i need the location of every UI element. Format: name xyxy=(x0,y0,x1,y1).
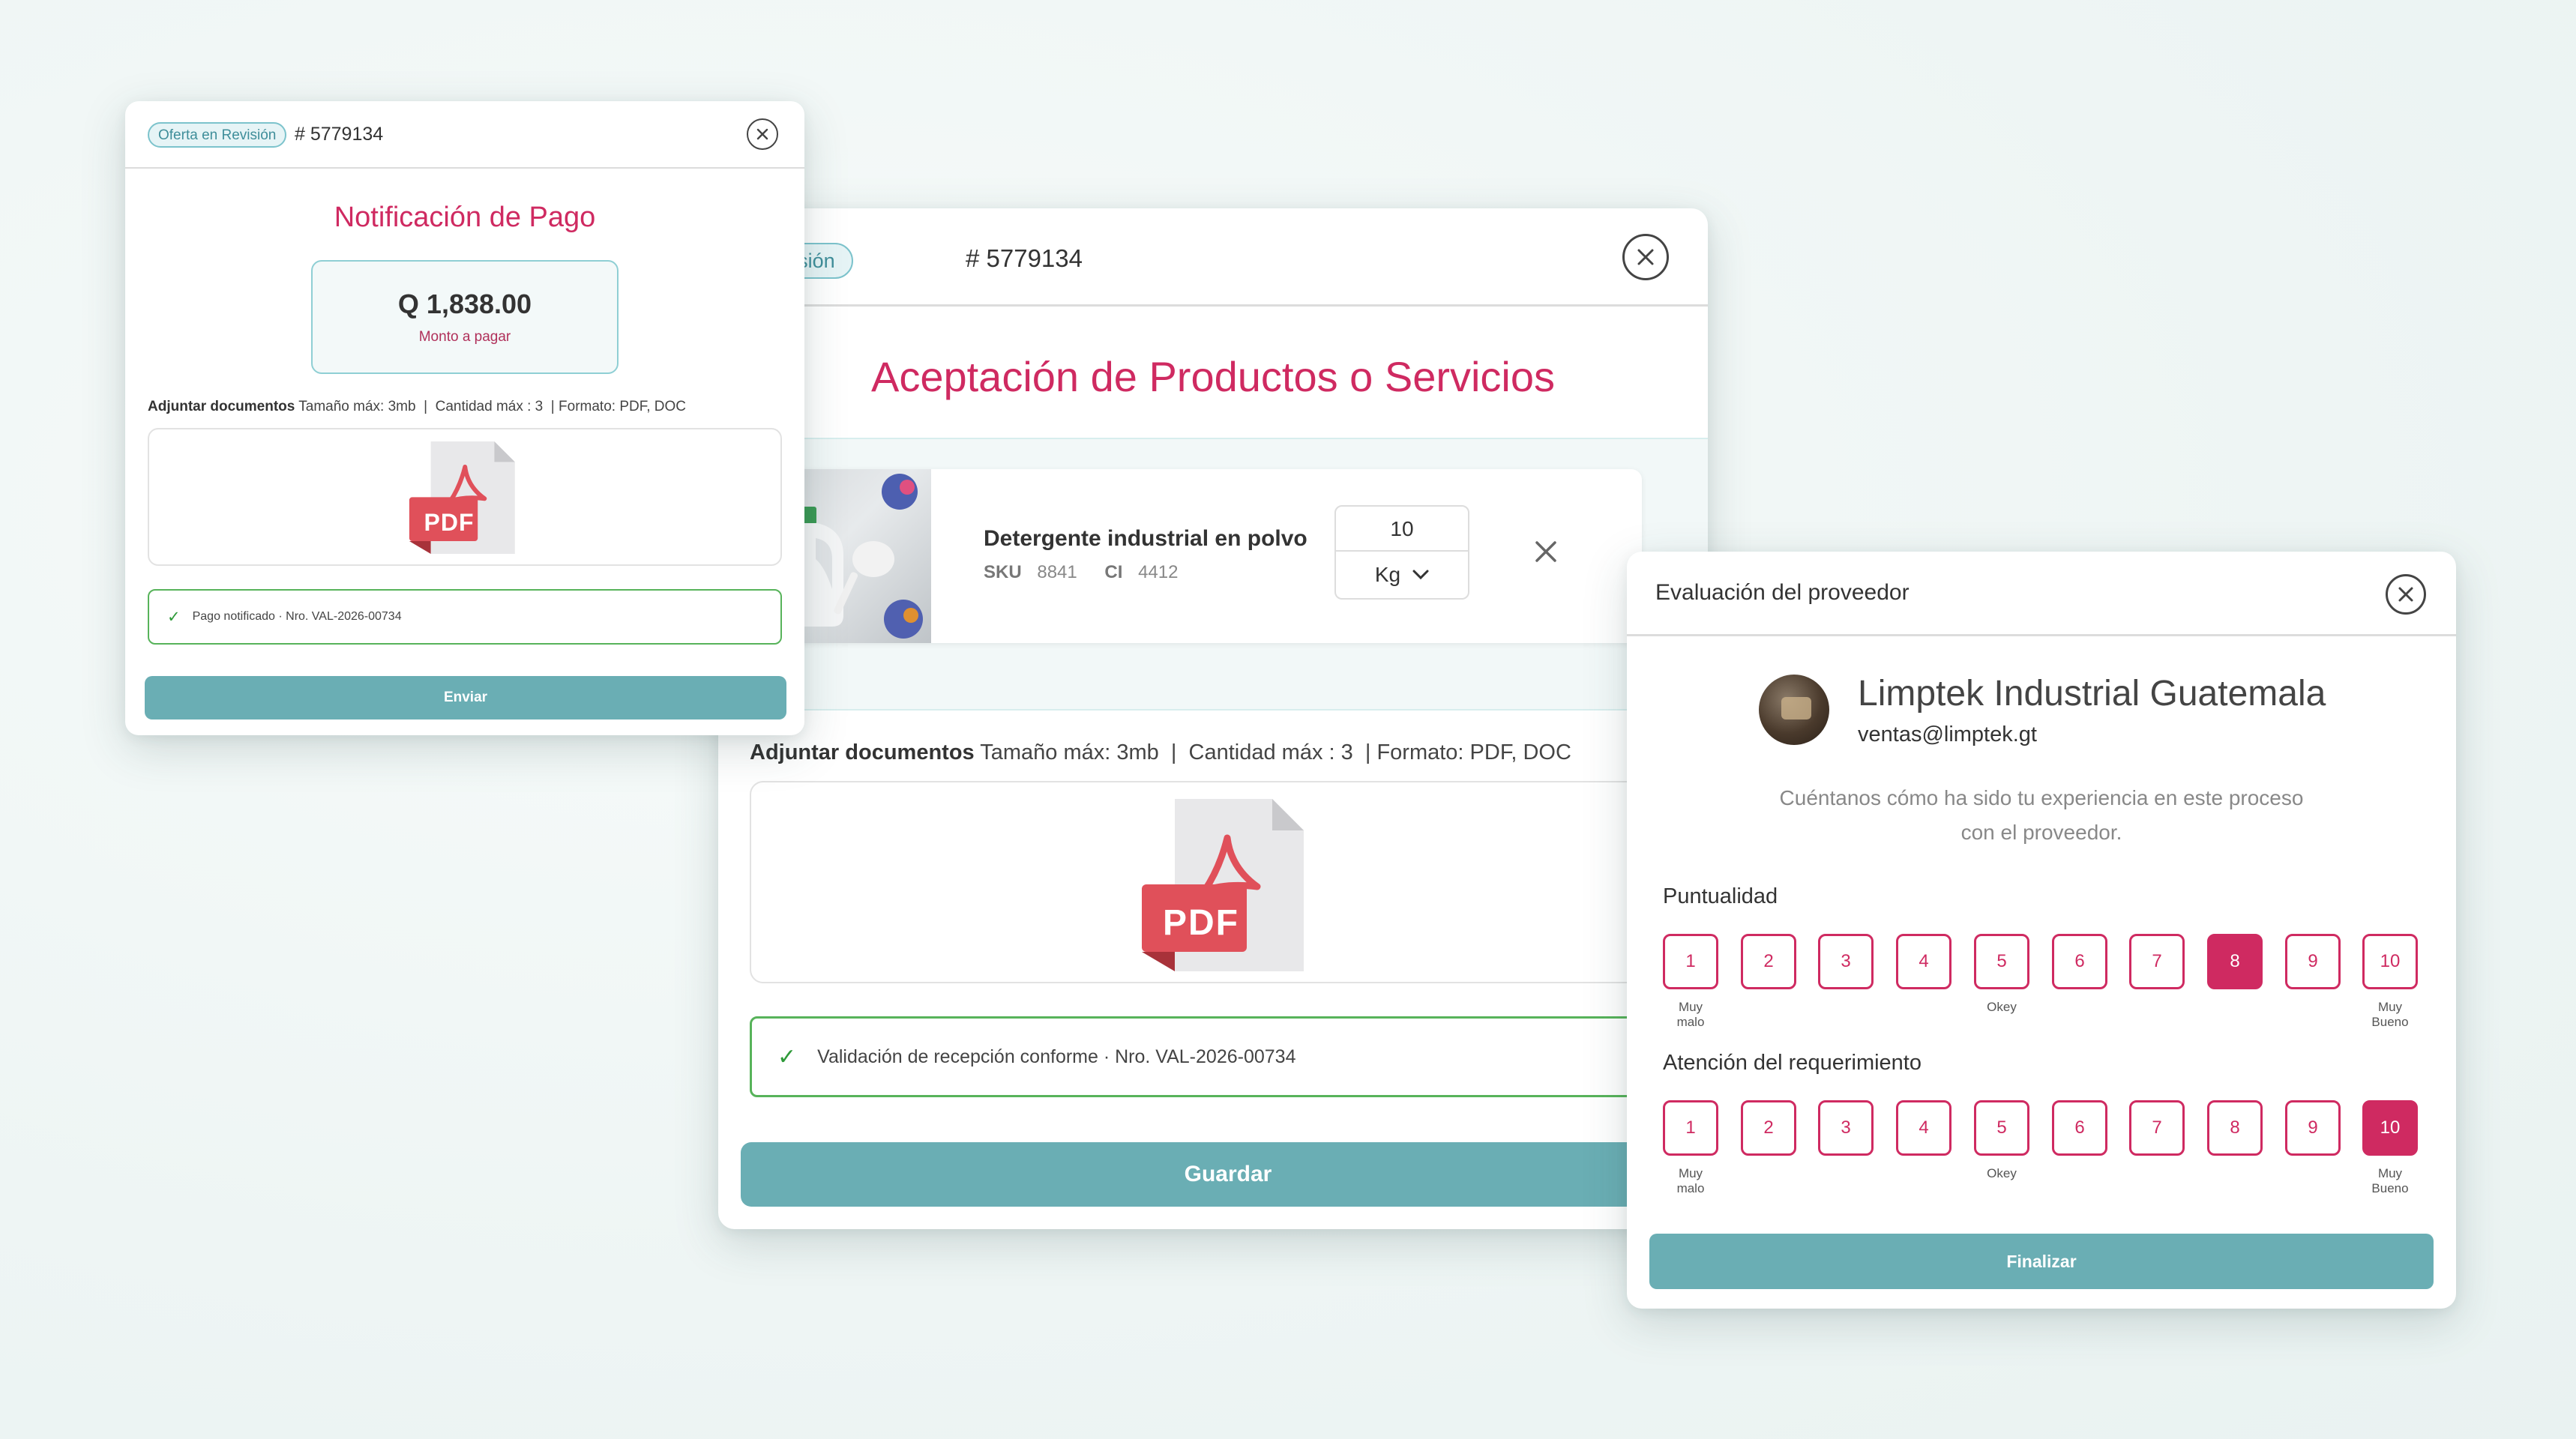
rating-caption-high: Muy Bueno xyxy=(2371,1000,2409,1030)
rating-option-10[interactable]: 10 xyxy=(2362,1100,2418,1156)
attach-title: Adjuntar documentos xyxy=(148,399,295,414)
page-title: Aceptación de Productos o Servicios xyxy=(870,353,1556,400)
check-icon: ✓ xyxy=(777,1044,797,1070)
order-number: # 5779134 xyxy=(295,124,384,145)
attach-documents-label: Adjuntar documentos Tamaño máx: 3mb | Ca… xyxy=(750,740,1571,765)
criterion-label: Atención del requerimiento xyxy=(1663,1051,1922,1075)
attach-title: Adjuntar documentos xyxy=(750,740,975,764)
evaluation-modal-header: Evaluación del proveedor xyxy=(1627,552,2456,636)
unit-value: Kg xyxy=(1374,563,1401,586)
acceptance-modal-header: Oferta en Revisión # 5779134 xyxy=(718,208,1708,307)
rating-option-7[interactable]: 7 xyxy=(2129,934,2185,989)
prompt-line-1: Cuéntanos cómo ha sido tu experiencia en… xyxy=(1779,786,2304,809)
status-badge: Oferta en Revisión xyxy=(148,122,287,148)
send-button[interactable]: Enviar xyxy=(145,676,786,720)
finish-button[interactable]: Finalizar xyxy=(1649,1234,2434,1289)
rating-option-9[interactable]: 9 xyxy=(2285,1100,2341,1156)
save-button[interactable]: Guardar xyxy=(741,1142,1708,1207)
payment-modal-header: Oferta en Revisión # 5779134 xyxy=(125,101,804,169)
pdf-file-icon: PDF xyxy=(403,434,523,561)
rating-option-8[interactable]: 8 xyxy=(2207,934,2263,989)
rating-option-4[interactable]: 4 xyxy=(1896,1100,1951,1156)
amount-card: Q 1,838.00 Monto a pagar xyxy=(311,260,619,374)
close-icon xyxy=(1535,541,1556,562)
rating-option-6[interactable]: 6 xyxy=(2052,934,2107,989)
rating-caption-mid: Okey xyxy=(1987,1166,2017,1180)
rating-option-2[interactable]: 2 xyxy=(1741,1100,1796,1156)
rating-caption-mid: Okey xyxy=(1987,1000,2017,1014)
modal-title: Evaluación del proveedor xyxy=(1655,580,1910,605)
amount-caption: Monto a pagar xyxy=(418,329,511,345)
close-icon xyxy=(2398,587,2413,602)
pdf-label: PDF xyxy=(424,509,475,536)
evaluation-modal: Evaluación del proveedor Limptek Industr… xyxy=(1627,552,2456,1309)
sku-value: 8841 xyxy=(1037,562,1077,582)
product-panel: Detergente industrial en polvo SKU 8841 … xyxy=(733,438,1708,711)
provider-email: ventas@limptek.gt xyxy=(1858,722,2037,746)
ci-label: CI xyxy=(1104,562,1123,582)
quantity-input[interactable]: 10 xyxy=(1334,505,1469,552)
close-button[interactable] xyxy=(747,118,778,150)
rating-option-5[interactable]: 5 xyxy=(1974,934,2029,989)
rating-option-7[interactable]: 7 xyxy=(2129,1100,2185,1156)
pdf-file-icon: PDF xyxy=(1126,791,1321,979)
amount-value: Q 1,838.00 xyxy=(397,289,532,319)
success-text: Validación de recepción conforme · Nro. … xyxy=(817,1046,1296,1067)
close-button[interactable] xyxy=(1622,234,1669,280)
upload-dropzone[interactable]: PDF xyxy=(148,428,782,566)
rating-option-4[interactable]: 4 xyxy=(1896,934,1951,989)
rating-caption-high: Muy Bueno xyxy=(2371,1166,2409,1196)
chevron-down-icon xyxy=(1412,570,1429,580)
check-icon: ✓ xyxy=(167,608,181,626)
ci-value: 4412 xyxy=(1138,562,1179,582)
unit-select[interactable]: Kg xyxy=(1334,552,1469,600)
provider-name: Limptek Industrial Guatemala xyxy=(1858,674,2326,714)
rating-option-10[interactable]: 10 xyxy=(2362,934,2418,989)
payment-modal: Oferta en Revisión # 5779134 Notificació… xyxy=(125,101,804,735)
product-codes: SKU 8841 CI 4412 xyxy=(984,562,1178,583)
avatar xyxy=(1759,675,1829,745)
rating-option-5[interactable]: 5 xyxy=(1974,1100,2029,1156)
prompt-line-2: con el proveedor. xyxy=(1960,821,2122,844)
rating-caption-low: Muy malo xyxy=(1676,1166,1705,1196)
evaluation-prompt: Cuéntanos cómo ha sido tu experiencia en… xyxy=(1627,781,2456,850)
rating-option-2[interactable]: 2 xyxy=(1741,934,1796,989)
product-name: Detergente industrial en polvo xyxy=(984,526,1307,551)
close-icon xyxy=(1637,249,1654,265)
attach-rules: Tamaño máx: 3mb | Cantidad máx : 3 | For… xyxy=(298,399,686,414)
rating-option-9[interactable]: 9 xyxy=(2285,934,2341,989)
success-text: Pago notificado · Nro. VAL-2026-00734 xyxy=(192,610,402,623)
pdf-label: PDF xyxy=(1163,903,1239,943)
rating-option-6[interactable]: 6 xyxy=(2052,1100,2107,1156)
page-title: Notificación de Pago xyxy=(334,202,596,233)
rating-option-3[interactable]: 3 xyxy=(1818,934,1874,989)
close-button[interactable] xyxy=(2386,574,2426,615)
rating-option-8[interactable]: 8 xyxy=(2207,1100,2263,1156)
success-message: ✓ Validación de recepción conforme · Nro… xyxy=(750,1016,1708,1097)
sku-label: SKU xyxy=(984,562,1022,582)
remove-product-button[interactable] xyxy=(1531,537,1561,567)
close-icon xyxy=(756,128,768,140)
rating-option-3[interactable]: 3 xyxy=(1818,1100,1874,1156)
rating-caption-low: Muy malo xyxy=(1676,1000,1705,1030)
acceptance-modal: Oferta en Revisión # 5779134 Aceptación … xyxy=(718,208,1708,1229)
attach-documents-label: Adjuntar documentos Tamaño máx: 3mb | Ca… xyxy=(148,399,686,415)
rating-option-1[interactable]: 1 xyxy=(1663,934,1718,989)
product-row: Detergente industrial en polvo SKU 8841 … xyxy=(735,469,1642,643)
rating-option-1[interactable]: 1 xyxy=(1663,1100,1718,1156)
attach-rules: Tamaño máx: 3mb | Cantidad máx : 3 | For… xyxy=(980,740,1571,764)
success-message: ✓ Pago notificado · Nro. VAL-2026-00734 xyxy=(148,589,782,645)
upload-dropzone[interactable]: PDF xyxy=(750,781,1708,983)
order-number: # 5779134 xyxy=(966,244,1083,272)
criterion-label: Puntualidad xyxy=(1663,884,1778,908)
